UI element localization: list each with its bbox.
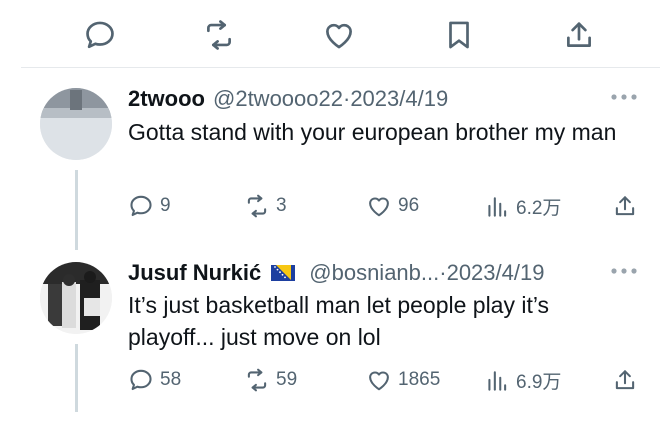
repost-metric[interactable]: 59	[244, 367, 297, 393]
repost-metric[interactable]: 3	[244, 193, 287, 219]
divider	[21, 67, 660, 68]
reply-metric[interactable]: 58	[128, 367, 181, 393]
reply-count: 58	[160, 369, 182, 390]
separator-dot: ·	[439, 260, 447, 285]
like-metric[interactable]: 1865	[366, 367, 440, 393]
user-handle[interactable]: @bosnianb...	[309, 260, 439, 286]
repost-button[interactable]	[201, 17, 237, 53]
metrics-bar: 9 3 96 6.2万	[128, 193, 646, 223]
repost-icon	[202, 18, 236, 52]
share-metric[interactable]	[612, 193, 638, 219]
bosnia-flag-icon	[271, 265, 296, 281]
share-button[interactable]	[561, 17, 597, 53]
repost-icon	[244, 193, 270, 219]
bar-chart-icon	[484, 368, 510, 394]
views-count: 6.2万	[516, 198, 562, 219]
thread-line	[75, 344, 78, 412]
more-dots-icon	[611, 268, 637, 274]
heart-icon	[366, 367, 392, 393]
tweet-date[interactable]: 2023/4/19	[350, 86, 448, 112]
tweet-header: 2twooo @2twoooo22 · 2023/4/19	[128, 86, 448, 112]
top-action-bar	[0, 0, 666, 62]
user-name[interactable]: Jusuf Nurkić	[128, 260, 261, 286]
bar-chart-icon	[484, 194, 510, 220]
share-icon	[562, 18, 596, 52]
repost-count: 59	[276, 369, 298, 390]
tweet-text: Gotta stand with your european brother m…	[128, 119, 617, 145]
thread-line	[75, 170, 78, 250]
like-metric[interactable]: 96	[366, 193, 419, 219]
metrics-bar: 58 59 1865 6.9万	[128, 367, 646, 397]
chat-bubble-icon	[83, 18, 117, 52]
like-count: 96	[398, 195, 420, 216]
chat-bubble-icon	[128, 367, 154, 393]
tweet-date[interactable]: 2023/4/19	[447, 260, 545, 286]
reply-count: 9	[160, 195, 171, 216]
user-name[interactable]: 2twooo	[128, 86, 205, 112]
share-icon	[612, 193, 638, 219]
user-handle[interactable]: @2twoooo22	[213, 86, 343, 112]
tweet-text: It’s just basketball man let people play…	[128, 292, 550, 350]
chat-bubble-icon	[128, 193, 154, 219]
separator-dot: ·	[342, 86, 351, 111]
heart-icon	[322, 18, 356, 52]
heart-icon	[366, 193, 392, 219]
avatar[interactable]	[40, 88, 112, 160]
like-button[interactable]	[321, 17, 357, 53]
repost-icon	[244, 367, 270, 393]
repost-count: 3	[276, 195, 287, 216]
reply-metric[interactable]: 9	[128, 193, 171, 219]
share-icon	[612, 367, 638, 393]
share-metric[interactable]	[612, 367, 638, 393]
like-count: 1865	[398, 369, 441, 390]
more-button[interactable]	[610, 93, 640, 113]
views-count: 6.9万	[516, 372, 562, 393]
reply-button[interactable]	[82, 17, 118, 53]
more-dots-icon	[611, 94, 637, 100]
views-metric[interactable]: 6.9万	[484, 367, 561, 394]
more-button[interactable]	[610, 267, 640, 287]
views-metric[interactable]: 6.2万	[484, 193, 561, 220]
bookmark-button[interactable]	[441, 17, 477, 53]
bookmark-icon	[442, 18, 476, 52]
tweet-header: Jusuf Nurkić @bosnianb... · 2023/4/19	[128, 260, 544, 286]
avatar[interactable]	[40, 262, 112, 334]
